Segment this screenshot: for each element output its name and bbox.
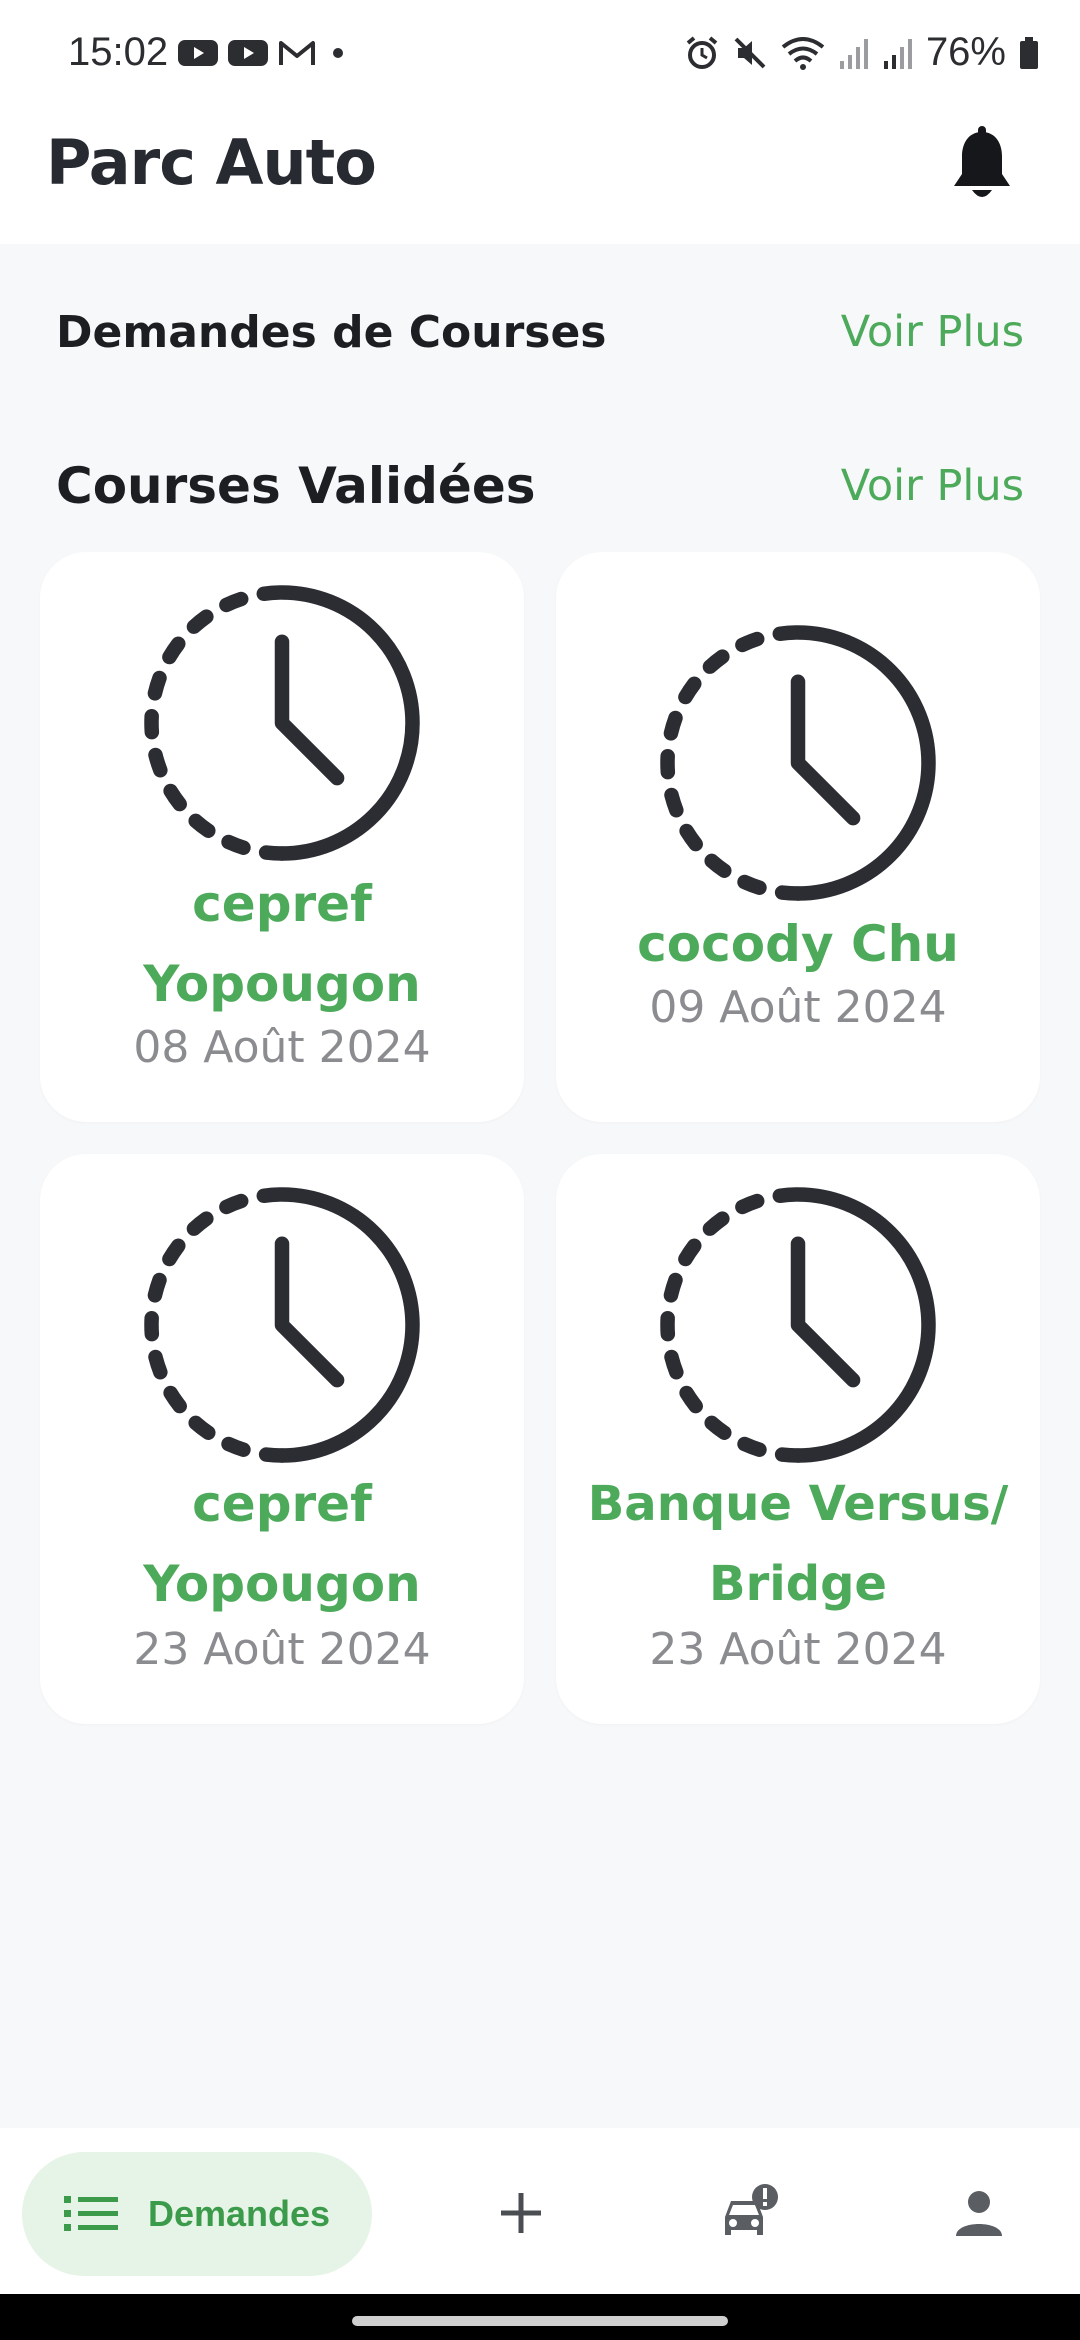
page-title: Parc Auto xyxy=(46,126,377,199)
status-notification-icons xyxy=(178,38,350,68)
signal-icon xyxy=(839,38,868,69)
clock-icon xyxy=(660,1187,936,1463)
person-icon xyxy=(956,2191,1002,2236)
nav-profile[interactable] xyxy=(934,2168,1024,2258)
requests-see-more-link[interactable]: Voir Plus xyxy=(841,307,1024,357)
list-icon xyxy=(63,2196,118,2231)
wifi-icon xyxy=(781,36,825,70)
alarm-icon xyxy=(686,35,718,69)
course-card[interactable]: Banque Versus/ Bridge 23 Août 2024 xyxy=(556,1154,1040,1724)
nav-vehicle-alerts[interactable] xyxy=(706,2168,796,2258)
nav-add-button[interactable] xyxy=(476,2168,566,2258)
plus-icon xyxy=(501,2193,541,2233)
course-card[interactable]: cepref Yopougon 08 Août 2024 xyxy=(40,552,524,1122)
status-bar: 15:02 76% xyxy=(0,0,1080,112)
validated-section-header: Courses Validées Voir Plus xyxy=(56,456,1024,516)
clock-icon xyxy=(660,625,936,901)
status-system-icons: 76% xyxy=(684,30,1040,75)
app-bar: Parc Auto xyxy=(0,112,1080,244)
course-date: 23 Août 2024 xyxy=(133,1624,431,1675)
youtube-icon xyxy=(228,40,268,66)
car-alert-icon xyxy=(725,2184,778,2235)
bottom-nav: Demandes xyxy=(0,2128,1080,2294)
battery-icon xyxy=(1020,36,1038,69)
course-date: 08 Août 2024 xyxy=(133,1022,431,1073)
requests-section-title: Demandes de Courses xyxy=(56,306,607,358)
home-gesture-bar[interactable] xyxy=(352,2316,728,2326)
course-card[interactable]: cocody Chu 09 Août 2024 xyxy=(556,552,1040,1122)
clock-icon xyxy=(144,585,420,861)
status-time: 15:02 xyxy=(68,30,169,74)
validated-see-more-link[interactable]: Voir Plus xyxy=(841,461,1024,511)
youtube-icon xyxy=(178,40,218,66)
course-destination: Banque Versus/ Bridge xyxy=(587,1476,1009,1612)
dot-icon xyxy=(333,48,343,58)
course-destination: cepref Yopougon xyxy=(143,1475,421,1613)
validated-section-title: Courses Validées xyxy=(56,457,536,515)
mute-icon xyxy=(734,37,766,68)
nav-tab-demandes[interactable]: Demandes xyxy=(22,2152,372,2276)
gmail-icon xyxy=(279,41,315,65)
nav-tab-demandes-label: Demandes xyxy=(147,2193,331,2234)
clock-icon xyxy=(144,1187,420,1463)
course-date: 23 Août 2024 xyxy=(649,1624,947,1675)
battery-percentage: 76% xyxy=(925,30,1006,74)
requests-section-header: Demandes de Courses Voir Plus xyxy=(56,302,1024,362)
course-date: 09 Août 2024 xyxy=(649,982,947,1033)
signal-icon xyxy=(883,38,912,69)
course-destination: cocody Chu xyxy=(637,915,959,973)
course-destination: cepref Yopougon xyxy=(143,875,421,1013)
course-card[interactable]: cepref Yopougon 23 Août 2024 xyxy=(40,1154,524,1724)
bell-icon[interactable] xyxy=(950,126,1014,204)
